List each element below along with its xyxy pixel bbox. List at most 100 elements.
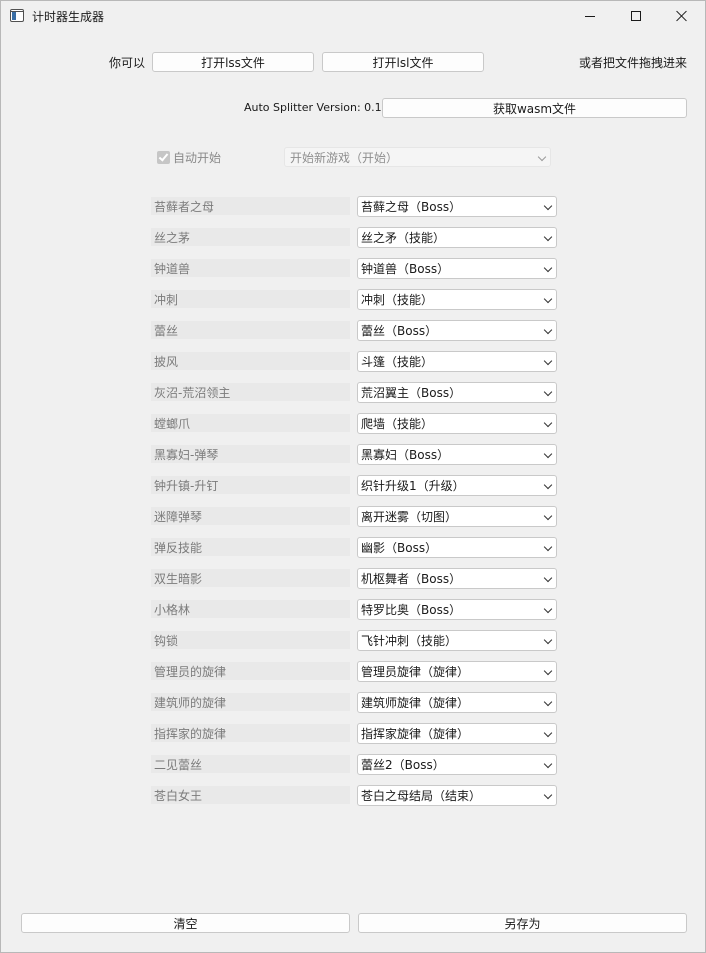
split-row-select[interactable]: 机枢舞者（Boss） bbox=[357, 568, 557, 589]
split-row-select[interactable]: 特罗比奥（Boss） bbox=[357, 599, 557, 620]
autostart-select-value: 开始新游戏（开始） bbox=[290, 150, 399, 165]
split-row-select[interactable]: 钟道兽（Boss） bbox=[357, 258, 557, 279]
split-row-select-value: 钟道兽（Boss） bbox=[361, 262, 450, 276]
split-row-select-value: 冲刺（技能） bbox=[361, 293, 434, 307]
chevron-down-icon bbox=[543, 697, 553, 707]
split-row-label: 小格林 bbox=[151, 600, 350, 618]
split-row-select-value: 飞针冲刺（技能） bbox=[361, 634, 458, 648]
split-row-select-value: 黑寡妇（Boss） bbox=[361, 448, 450, 462]
split-row-select[interactable]: 管理员旋律（旋律） bbox=[357, 661, 557, 682]
split-row-label: 指挥家的旋律 bbox=[151, 724, 350, 742]
chevron-down-icon bbox=[543, 418, 553, 428]
split-row-label: 钟升镇-升钉 bbox=[151, 476, 350, 494]
split-row-select-value: 苍白之母结局（结束） bbox=[361, 789, 482, 803]
split-row-select-value: 幽影（Boss） bbox=[361, 541, 438, 555]
split-row-select[interactable]: 蕾丝（Boss） bbox=[357, 320, 557, 341]
split-row-select[interactable]: 荒沼翼主（Boss） bbox=[357, 382, 557, 403]
split-row-select[interactable]: 建筑师旋律（旋律） bbox=[357, 692, 557, 713]
split-row-select[interactable]: 冲刺（技能） bbox=[357, 289, 557, 310]
split-row-select[interactable]: 黑寡妇（Boss） bbox=[357, 444, 557, 465]
chevron-down-icon bbox=[543, 449, 553, 459]
chevron-down-icon bbox=[543, 511, 553, 521]
split-row-select[interactable]: 蕾丝2（Boss） bbox=[357, 754, 557, 775]
split-row-label: 建筑师的旋律 bbox=[151, 693, 350, 711]
main-window: 计时器生成器 你可以 打开lss文件 打开lsl文件 或者把文件拖拽进来 Aut… bbox=[0, 0, 706, 953]
chevron-down-icon bbox=[543, 263, 553, 273]
split-row-select-value: 机枢舞者（Boss） bbox=[361, 572, 462, 586]
drag-hint-label: 或者把文件拖拽进来 bbox=[579, 56, 688, 70]
split-row-select[interactable]: 织针升级1（升级） bbox=[357, 475, 557, 496]
split-row-select-value: 建筑师旋律（旋律） bbox=[361, 696, 470, 710]
chevron-down-icon bbox=[543, 232, 553, 242]
split-row-select-value: 织针升级1（升级） bbox=[361, 479, 465, 493]
title-bar[interactable]: 计时器生成器 bbox=[1, 1, 705, 31]
split-row-select-value: 爬墙（技能） bbox=[361, 417, 434, 431]
chevron-down-icon bbox=[543, 759, 553, 769]
close-button[interactable] bbox=[659, 1, 705, 31]
split-row-select-value: 管理员旋律（旋律） bbox=[361, 665, 470, 679]
chevron-down-icon bbox=[537, 152, 547, 162]
version-label: Auto Splitter Version: 0.1.3 bbox=[244, 101, 393, 114]
clear-button[interactable]: 清空 bbox=[21, 913, 350, 933]
autostart-checkbox: 自动开始 bbox=[157, 149, 221, 166]
split-row-label: 管理员的旋律 bbox=[151, 662, 350, 680]
split-row-label: 二见蕾丝 bbox=[151, 755, 350, 773]
minimize-button[interactable] bbox=[567, 1, 613, 31]
split-row-select[interactable]: 幽影（Boss） bbox=[357, 537, 557, 558]
split-row-label: 弹反技能 bbox=[151, 538, 350, 556]
split-row-label: 黑寡妇-弹琴 bbox=[151, 445, 350, 463]
split-row-label: 灰沼-荒沼领主 bbox=[151, 383, 350, 401]
split-row-select-value: 丝之矛（技能） bbox=[361, 231, 446, 245]
get-wasm-button[interactable]: 获取wasm文件 bbox=[382, 98, 687, 118]
split-row-label: 苔藓者之母 bbox=[151, 197, 350, 215]
split-row-select-value: 蕾丝（Boss） bbox=[361, 324, 438, 338]
split-row-label: 钟道兽 bbox=[151, 259, 350, 277]
split-row-label: 丝之茅 bbox=[151, 228, 350, 246]
split-row-select-value: 特罗比奥（Boss） bbox=[361, 603, 462, 617]
app-icon bbox=[10, 9, 24, 22]
split-row-select-value: 蕾丝2（Boss） bbox=[361, 758, 445, 772]
split-row-label: 钩锁 bbox=[151, 631, 350, 649]
chevron-down-icon bbox=[543, 356, 553, 366]
split-row-select-value: 指挥家旋律（旋律） bbox=[361, 727, 470, 741]
open-lss-button[interactable]: 打开lss文件 bbox=[152, 52, 314, 72]
chevron-down-icon bbox=[543, 325, 553, 335]
split-row-select-value: 离开迷雾（切图） bbox=[361, 510, 458, 524]
split-row-label: 双生暗影 bbox=[151, 569, 350, 587]
checkbox-checked-icon bbox=[157, 151, 170, 164]
chevron-down-icon bbox=[543, 480, 553, 490]
split-row-select[interactable]: 斗篷（技能） bbox=[357, 351, 557, 372]
minimize-icon bbox=[585, 15, 595, 17]
window-title: 计时器生成器 bbox=[32, 10, 105, 24]
autostart-select: 开始新游戏（开始） bbox=[284, 147, 551, 167]
chevron-down-icon bbox=[543, 294, 553, 304]
chevron-down-icon bbox=[543, 728, 553, 738]
split-row-label: 披风 bbox=[151, 352, 350, 370]
split-row-select[interactable]: 苔藓之母（Boss） bbox=[357, 196, 557, 217]
split-row-label: 冲刺 bbox=[151, 290, 350, 308]
split-row-label: 蕾丝 bbox=[151, 321, 350, 339]
split-row-select[interactable]: 丝之矛（技能） bbox=[357, 227, 557, 248]
maximize-icon bbox=[631, 11, 641, 21]
split-row-select-value: 荒沼翼主（Boss） bbox=[361, 386, 462, 400]
open-lsl-button[interactable]: 打开lsl文件 bbox=[322, 52, 484, 72]
split-row-select[interactable]: 苍白之母结局（结束） bbox=[357, 785, 557, 806]
chevron-down-icon bbox=[543, 201, 553, 211]
split-row-select[interactable]: 离开迷雾（切图） bbox=[357, 506, 557, 527]
split-row-select[interactable]: 爬墙（技能） bbox=[357, 413, 557, 434]
chevron-down-icon bbox=[543, 666, 553, 676]
split-row-label: 螳螂爪 bbox=[151, 414, 350, 432]
split-row-select[interactable]: 指挥家旋律（旋律） bbox=[357, 723, 557, 744]
chevron-down-icon bbox=[543, 635, 553, 645]
maximize-button[interactable] bbox=[613, 1, 659, 31]
autostart-label: 自动开始 bbox=[173, 151, 222, 165]
save-as-button[interactable]: 另存为 bbox=[358, 913, 687, 933]
chevron-down-icon bbox=[543, 604, 553, 614]
split-row-label: 迷障弹琴 bbox=[151, 507, 350, 525]
split-row-label: 苍白女王 bbox=[151, 786, 350, 804]
close-icon bbox=[676, 10, 688, 22]
chevron-down-icon bbox=[543, 387, 553, 397]
split-row-select[interactable]: 飞针冲刺（技能） bbox=[357, 630, 557, 651]
split-row-select-value: 苔藓之母（Boss） bbox=[361, 200, 462, 214]
chevron-down-icon bbox=[543, 790, 553, 800]
